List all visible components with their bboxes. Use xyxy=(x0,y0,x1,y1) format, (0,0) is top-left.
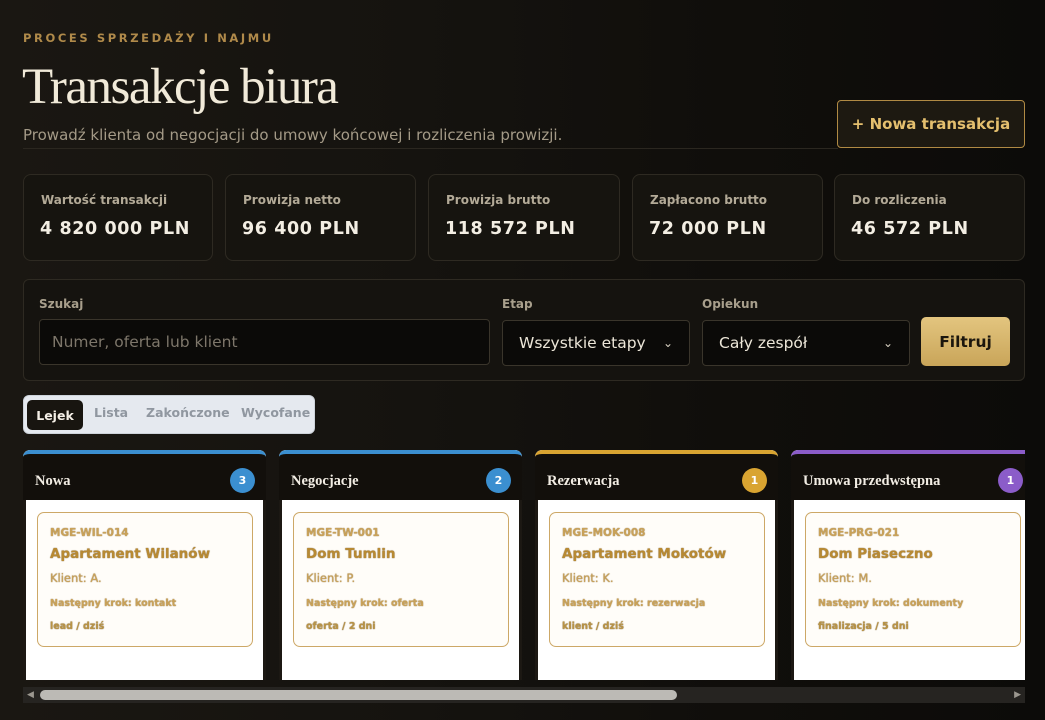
column-preliminary-agreement: Umowa przedwstępna 1 MGE-PRG-021 Dom Pia… xyxy=(791,450,1025,680)
view-tabs: Lejek Lista Zakończone Wycofane xyxy=(23,395,315,434)
owner-label: Opiekun xyxy=(702,297,759,311)
owner-select-value: Cały zespół xyxy=(719,334,808,352)
deal-next-step: Następny krok: dokumenty xyxy=(818,598,964,609)
page-subtitle: Prowadź klienta od negocjacji do umowy k… xyxy=(23,126,563,144)
deal-id: MGE-MOK-008 xyxy=(562,527,646,539)
chevron-down-icon: ⌄ xyxy=(662,336,673,350)
search-input[interactable] xyxy=(39,319,490,365)
deal-meta: lead / dziś xyxy=(50,621,105,632)
stage-label: Etap xyxy=(502,297,533,311)
stat-card-gross-commission: Prowizja brutto 118 572 PLN xyxy=(428,174,620,261)
deal-id: MGE-TW-001 xyxy=(306,527,380,539)
column-new: Nowa 3 MGE-WIL-014 Apartament Wilanów Kl… xyxy=(23,450,266,680)
stat-value: 72 000 PLN xyxy=(649,219,767,239)
scroll-right-icon[interactable]: ▶ xyxy=(1014,690,1021,700)
deal-next-step: Następny krok: rezerwacja xyxy=(562,598,706,609)
tab-withdrawn[interactable]: Wycofane xyxy=(241,405,310,420)
search-label: Szukaj xyxy=(39,297,84,311)
deal-next-step: Następny krok: oferta xyxy=(306,598,424,609)
deal-card[interactable]: MGE-PRG-021 Dom Piaseczno Klient: M. Nas… xyxy=(805,512,1021,647)
deal-client: Klient: M. xyxy=(818,571,872,585)
deal-meta: oferta / 2 dni xyxy=(306,621,376,632)
stage-select-value: Wszystkie etapy xyxy=(519,334,646,352)
deal-card[interactable]: MGE-MOK-008 Apartament Mokotów Klient: K… xyxy=(549,512,765,647)
deal-card[interactable]: MGE-WIL-014 Apartament Wilanów Klient: A… xyxy=(37,512,253,647)
deal-id: MGE-PRG-021 xyxy=(818,527,900,539)
deal-next-step: Następny krok: kontakt xyxy=(50,598,177,609)
column-count-badge: 2 xyxy=(486,468,511,493)
column-reservation: Rezerwacja 1 MGE-MOK-008 Apartament Moko… xyxy=(535,450,778,680)
deal-client: Klient: K. xyxy=(562,571,614,585)
deal-name: Dom Piaseczno xyxy=(818,546,933,562)
page-eyebrow: PROCES SPRZEDAŻY I NAJMU xyxy=(23,31,274,45)
column-count-badge: 1 xyxy=(998,468,1023,493)
column-edge xyxy=(775,500,778,680)
deal-client: Klient: P. xyxy=(306,571,356,585)
column-edge xyxy=(791,500,794,680)
scroll-left-icon[interactable]: ◀ xyxy=(27,690,34,700)
deal-card[interactable]: MGE-TW-001 Dom Tumlin Klient: P. Następn… xyxy=(293,512,509,647)
column-title: Rezerwacja xyxy=(547,473,620,489)
stats-row: Wartość transakcji 4 820 000 PLN Prowizj… xyxy=(23,174,1025,261)
column-header: Negocjacje 2 xyxy=(279,450,522,500)
page-title: Transakcje biura xyxy=(22,59,339,115)
stat-label: Zapłacono brutto xyxy=(650,193,768,207)
column-count-badge: 1 xyxy=(742,468,767,493)
deal-client: Klient: A. xyxy=(50,571,102,585)
column-edge xyxy=(535,500,538,680)
column-count-badge: 3 xyxy=(230,468,255,493)
stat-value: 96 400 PLN xyxy=(242,219,360,239)
filter-panel: Szukaj Etap Wszystkie etapy ⌄ Opiekun Ca… xyxy=(23,279,1025,381)
header-divider xyxy=(23,148,838,149)
tab-completed[interactable]: Zakończone xyxy=(146,405,230,420)
column-title: Negocjacje xyxy=(291,473,359,489)
column-title: Umowa przedwstępna xyxy=(803,473,941,489)
kanban-board: Nowa 3 MGE-WIL-014 Apartament Wilanów Kl… xyxy=(23,450,1025,680)
stat-value: 46 572 PLN xyxy=(851,219,969,239)
chevron-down-icon: ⌄ xyxy=(882,336,893,350)
deal-name: Apartament Wilanów xyxy=(50,546,211,562)
deal-meta: finalizacja / 5 dni xyxy=(818,621,909,632)
deal-id: MGE-WIL-014 xyxy=(50,527,129,539)
stat-label: Wartość transakcji xyxy=(41,193,168,207)
tab-list[interactable]: Lista xyxy=(94,405,128,420)
deal-name: Apartament Mokotów xyxy=(562,546,727,562)
column-edge xyxy=(23,500,26,680)
owner-select[interactable]: Cały zespół ⌄ xyxy=(702,320,910,366)
column-edge xyxy=(279,500,282,680)
stat-card-to-settle: Do rozliczenia 46 572 PLN xyxy=(834,174,1025,261)
column-header: Rezerwacja 1 xyxy=(535,450,778,500)
new-transaction-button[interactable]: + Nowa transakcja xyxy=(837,100,1025,148)
stat-label: Prowizja netto xyxy=(243,193,341,207)
column-header: Nowa 3 xyxy=(23,450,266,500)
deal-meta: klient / dziś xyxy=(562,621,624,632)
column-negotiations: Negocjacje 2 MGE-TW-001 Dom Tumlin Klien… xyxy=(279,450,522,680)
stage-select[interactable]: Wszystkie etapy ⌄ xyxy=(502,320,690,366)
stat-value: 4 820 000 PLN xyxy=(40,219,190,239)
stat-label: Prowizja brutto xyxy=(446,193,551,207)
deal-name: Dom Tumlin xyxy=(306,546,396,562)
stat-label: Do rozliczenia xyxy=(852,193,947,207)
scrollbar-thumb[interactable] xyxy=(40,690,677,700)
column-edge xyxy=(519,500,522,680)
column-title: Nowa xyxy=(35,473,71,489)
filter-button[interactable]: Filtruj xyxy=(921,317,1010,366)
stat-card-transaction-value: Wartość transakcji 4 820 000 PLN xyxy=(23,174,213,261)
column-edge xyxy=(263,500,266,680)
horizontal-scrollbar[interactable]: ◀ ▶ xyxy=(23,687,1025,703)
stat-value: 118 572 PLN xyxy=(445,219,576,239)
stat-card-paid-gross: Zapłacono brutto 72 000 PLN xyxy=(632,174,823,261)
column-header: Umowa przedwstępna 1 xyxy=(791,450,1025,500)
tab-funnel[interactable]: Lejek xyxy=(27,400,83,430)
stat-card-net-commission: Prowizja netto 96 400 PLN xyxy=(225,174,416,261)
